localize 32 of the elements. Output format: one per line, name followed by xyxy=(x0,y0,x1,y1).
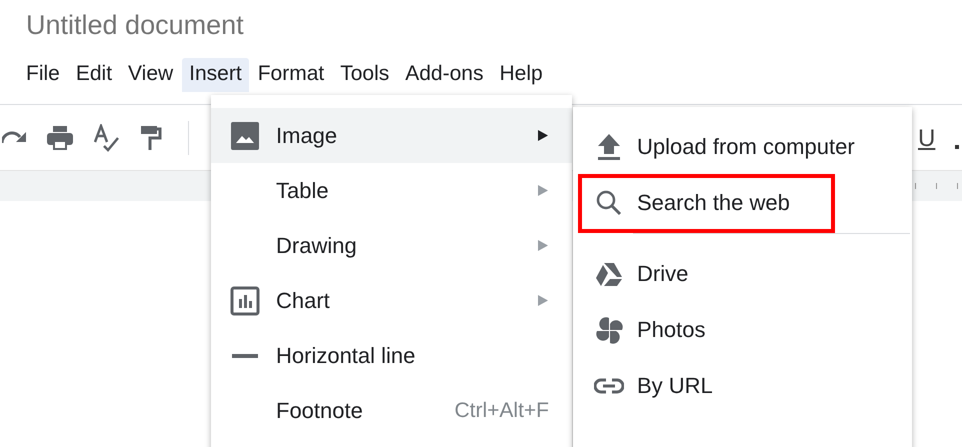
image-icon xyxy=(230,120,260,150)
link-icon xyxy=(594,378,624,394)
document-title[interactable]: Untitled document xyxy=(0,0,962,46)
drive-icon xyxy=(595,262,623,286)
menu-item[interactable]: Photos xyxy=(637,317,912,343)
menu-item[interactable]: Table xyxy=(211,163,572,218)
pinwheel-icon xyxy=(596,316,622,344)
menu-item[interactable]: Chart xyxy=(211,273,572,328)
menu-item[interactable]: Upload from computer xyxy=(637,134,912,160)
menu-item[interactable]: Image xyxy=(211,108,572,163)
chart-icon xyxy=(230,286,260,316)
menu-item[interactable]: Drive xyxy=(637,261,912,287)
menu[interactable]: Format xyxy=(250,58,332,92)
paint-roller-icon[interactable] xyxy=(140,124,162,150)
menu[interactable]: File xyxy=(19,58,67,92)
menu[interactable]: Add-ons xyxy=(398,58,490,92)
menu[interactable]: Insert xyxy=(182,58,249,92)
menu-item[interactable]: Search the web xyxy=(637,190,912,216)
spellcheck-icon[interactable] xyxy=(94,124,120,152)
menu[interactable]: Tools xyxy=(333,58,396,92)
redo-icon[interactable] xyxy=(2,130,26,144)
menu-item[interactable]: By URL xyxy=(637,373,912,399)
search-icon xyxy=(596,190,622,216)
menu-item[interactable]: Footnote Ctrl+Alt+F xyxy=(211,383,572,438)
menu[interactable]: View xyxy=(121,58,180,92)
print-icon[interactable] xyxy=(46,124,74,150)
upload-icon xyxy=(597,133,621,161)
menu[interactable]: Edit xyxy=(68,58,120,92)
menu-item[interactable]: Drawing xyxy=(211,218,572,273)
underline-button[interactable]: U xyxy=(918,125,936,153)
menu[interactable]: Help xyxy=(492,58,550,92)
menu-item[interactable]: Horizontal line xyxy=(211,328,572,383)
